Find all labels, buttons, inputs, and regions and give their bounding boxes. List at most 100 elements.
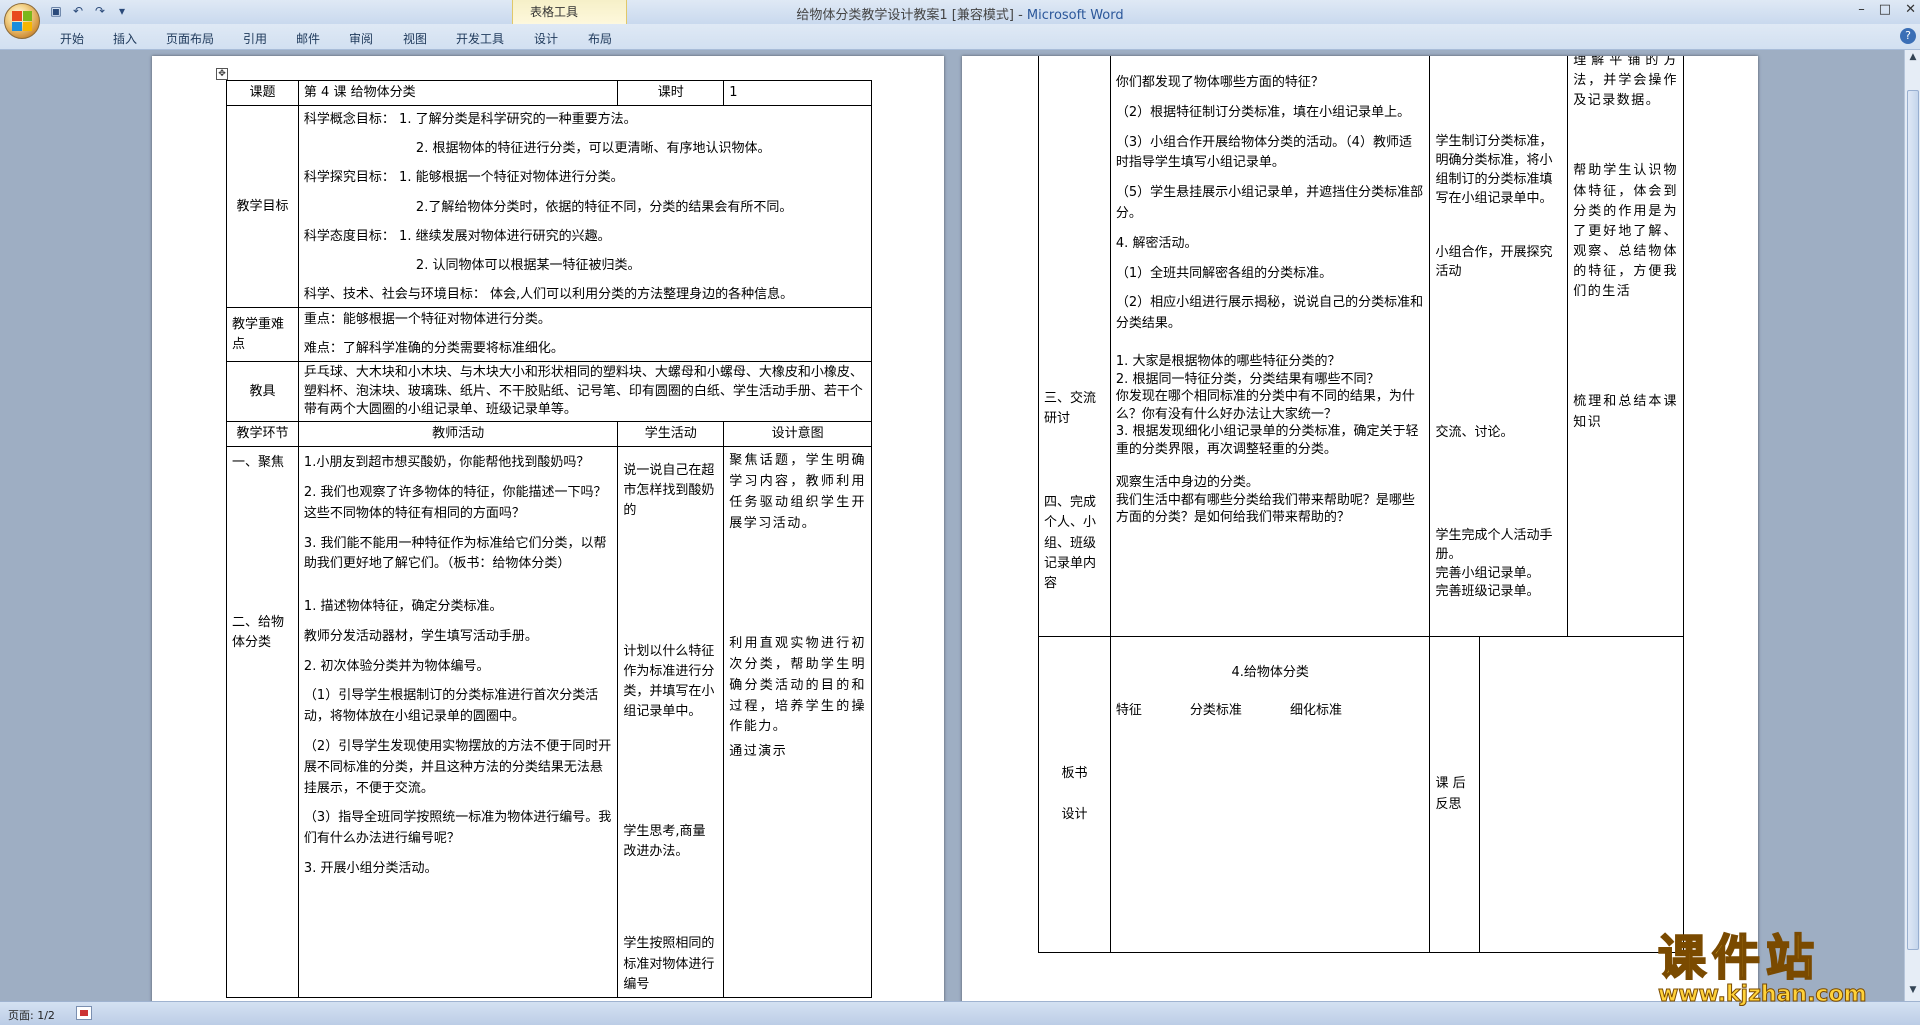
goals-cell: 科学概念目标： 1. 了解分类是科学研究的一种重要方法。 2. 根据物体的特征进… xyxy=(297,105,873,309)
maximize-button[interactable]: □ xyxy=(1879,2,1891,17)
intent-line: 帮助学生认识物体特征，体会到分类的作用是为了更好地了解、观察、总结物体的特征，方… xyxy=(1573,163,1678,300)
table-row: 教具 乒乓球、大木块和小木块、与木块大小和形状相同的塑料块、大螺母和小螺母、大橡… xyxy=(226,361,873,422)
teacher-line: 你发现在哪个相同标准的分类中有不同的结果，为什么？你有没有什么好办法让大家统一？ xyxy=(1115,389,1415,422)
proofing-icon[interactable] xyxy=(76,1006,92,1020)
intent-line: 通过演示 xyxy=(729,744,788,760)
vertical-scrollbar[interactable]: ▲ ▼ xyxy=(1904,50,1920,1001)
table-row: 教学目标 科学概念目标： 1. 了解分类是科学研究的一种重要方法。 2. 根据物… xyxy=(226,105,873,309)
topic-label: 课题 xyxy=(226,79,299,107)
close-button[interactable]: ✕ xyxy=(1905,2,1916,17)
help-icon[interactable]: ? xyxy=(1900,28,1916,44)
teacher-line: 2. 我们也观察了许多物体的特征，你能描述一下吗？这些不同物体的特征有相同的方面… xyxy=(303,484,607,521)
stage-cell: 三、交流研讨 四、完成个人、小组、班级记录单内容 xyxy=(1038,56,1111,637)
student-activity-cell: 学生制订分类标准，明确分类标准，将小组制订的分类标准填写在小组记录单中。 小组合… xyxy=(1429,56,1569,637)
intent-cell: 聚焦话题，学生明确学习内容，教师利用任务驱动组织学生开展学习活动。 利用直观实物… xyxy=(723,446,872,998)
watermark-url: www.kjzhan.com xyxy=(1658,982,1868,1008)
teacher-line: 我们生活中都有哪些分类给我们带来帮助呢？是哪些方面的分类？是如何给我们带来帮助的… xyxy=(1115,492,1415,526)
save-icon[interactable]: ▣ xyxy=(48,3,64,19)
status-bar: 页面: 1/2 xyxy=(0,1001,1920,1025)
window-controls: – □ ✕ xyxy=(1858,2,1916,17)
table-row: 板书 设计 4.给物体分类 特征 分类标准 细化标准 课 后反思 xyxy=(1038,636,1684,953)
table-move-handle-icon[interactable]: ✥ xyxy=(216,68,228,80)
teacher-line: （2）相应小组进行展示揭秘，说说自己的分类标准和分类结果。 xyxy=(1115,295,1424,332)
student-line: 计划以什么特征作为标准进行分类，并填写在小组记录单中。 xyxy=(623,643,715,719)
student-line: 说一说自己在超市怎样找到酸奶的 xyxy=(623,463,715,519)
teacher-line: （1）全班共同解密各组的分类标准。 xyxy=(1115,265,1333,281)
tab-references[interactable]: 引用 xyxy=(243,30,267,47)
teacher-line: （2）引导学生发现使用实物摆放的方法不便于同时开展不同标准的分类，并且这种方法的… xyxy=(303,739,612,796)
keys-label: 教学重难点 xyxy=(226,307,299,363)
lesson-plan-table-continued: 三、交流研讨 四、完成个人、小组、班级记录单内容 你们都发现了物体哪些方面的特征… xyxy=(1038,56,1684,953)
goal-line: 2. 根据物体的特征进行分类，可以更清晰、有序地认识物体。 xyxy=(415,141,771,157)
customize-qat-icon[interactable]: ▾ xyxy=(114,3,130,19)
office-button[interactable] xyxy=(4,3,40,39)
intent-line: 利用直观实物进行初次分类，帮助学生明确分类活动的目的和过程，培养学生的操作能力。 xyxy=(729,636,866,735)
student-line: 学生完成个人活动手册。 xyxy=(1435,527,1553,562)
scrollbar-thumb[interactable] xyxy=(1907,90,1919,950)
tab-insert[interactable]: 插入 xyxy=(113,30,137,47)
redo-icon[interactable]: ↷ xyxy=(92,3,108,19)
tab-table-layout[interactable]: 布局 xyxy=(588,30,612,47)
scroll-down-icon[interactable]: ▼ xyxy=(1907,985,1919,999)
document-workspace: ✥ 课题 第 4 课 给物体分类 课时 1 教学目标 科学概念目标： 1. 了解… xyxy=(0,50,1904,1001)
teacher-line: （5）学生悬挂展示小组记录单，并遮挡住分类标准部分。 xyxy=(1115,185,1424,221)
title-bar: 表格工具 给物体分类教学设计教案1 [兼容模式] - Microsoft Wor… xyxy=(0,0,1920,36)
intent-line: 梳理和总结本课知识 xyxy=(1573,394,1678,430)
table-row: 三、交流研讨 四、完成个人、小组、班级记录单内容 你们都发现了物体哪些方面的特征… xyxy=(1038,56,1684,637)
tab-table-design[interactable]: 设计 xyxy=(534,30,558,47)
teacher-line: 1. 描述物体特征，确定分类标准。 xyxy=(303,599,503,615)
scroll-up-icon[interactable]: ▲ xyxy=(1907,52,1919,66)
stage-label: 一、聚焦 xyxy=(232,455,285,471)
teacher-line: 观察生活中身边的分类。 xyxy=(1115,475,1259,491)
header-stage: 教学环节 xyxy=(226,420,299,448)
board-label: 板书 xyxy=(1061,766,1088,782)
board-title: 4.给物体分类 xyxy=(1231,665,1309,680)
student-line: 完善班级记录单。 xyxy=(1435,584,1540,600)
stage-label: 二、给物体分类 xyxy=(232,615,285,651)
goal-line: 科学、技术、社会与环境目标： 体会,人们可以利用分类的方法整理身边的各种信息。 xyxy=(303,286,794,302)
teacher-line: （3）指导全班同学按照统一标准为物体进行编号。我们有什么办法进行编号呢？ xyxy=(303,810,612,847)
goals-label: 教学目标 xyxy=(226,105,299,309)
tab-mailings[interactable]: 邮件 xyxy=(296,30,320,47)
student-line: 学生按照相同的标准对物体进行编号 xyxy=(623,936,715,992)
reflection-label: 课 后反思 xyxy=(1429,636,1481,953)
table-row: 一、聚焦 二、给物体分类 1.小朋友到超市想买酸奶，你能帮他找到酸奶吗？ 2. … xyxy=(226,446,872,998)
page-indicator[interactable]: 页面: 1/2 xyxy=(8,1007,55,1023)
board-col: 细化标准 xyxy=(1289,703,1342,719)
undo-icon[interactable]: ↶ xyxy=(70,3,86,19)
table-row: 教学环节 教师活动 学生活动 设计意图 xyxy=(226,420,872,448)
header-teacher: 教师活动 xyxy=(297,420,619,448)
teacher-line: （3）小组合作开展给物体分类的活动。（4）教师适时指导学生填写小组记录单。 xyxy=(1115,134,1412,171)
board-col: 分类标准 xyxy=(1189,703,1242,719)
teacher-line: 3. 开展小组分类活动。 xyxy=(303,861,438,877)
student-line: 学生制订分类标准，明确分类标准，将小组制订的分类标准填写在小组记录单中。 xyxy=(1435,134,1553,206)
goal-line: 科学态度目标： 1. 继续发展对物体进行研究的兴趣。 xyxy=(303,228,611,244)
hours-label: 课时 xyxy=(617,79,725,107)
teacher-line: 4. 解密活动。 xyxy=(1115,235,1198,251)
key-line: 难点：了解科学准确的分类需要将标准细化。 xyxy=(303,341,564,357)
teacher-line: 3. 根据发现细化小组记录单的分类标准，确定关于轻重的分类界限，再次调整轻重的分… xyxy=(1115,424,1419,457)
teacher-line: 你们都发现了物体哪些方面的特征？ xyxy=(1115,75,1324,90)
teacher-line: （2）根据特征制订分类标准，填在小组记录单上。 xyxy=(1115,104,1411,120)
board-label-cell: 板书 设计 xyxy=(1038,636,1111,953)
teacher-line: 1. 大家是根据物体的哪些特征分类的？ xyxy=(1115,353,1341,369)
topic-value: 第 4 课 给物体分类 xyxy=(297,79,619,107)
board-label: 设计 xyxy=(1061,806,1088,822)
quick-access-toolbar: ▣ ↶ ↷ ▾ xyxy=(48,3,130,19)
goal-line: 科学概念目标： 1. 了解分类是科学研究的一种重要方法。 xyxy=(303,112,637,128)
page-2: 三、交流研讨 四、完成个人、小组、班级记录单内容 你们都发现了物体哪些方面的特征… xyxy=(962,56,1758,1001)
tab-home[interactable]: 开始 xyxy=(60,30,84,47)
ribbon-tab-bar: 开始 插入 页面布局 引用 邮件 审阅 视图 开发工具 设计 布局 xyxy=(0,24,1920,50)
key-line: 重点：能够根据一个特征对物体进行分类。 xyxy=(303,312,551,328)
tools-label: 教具 xyxy=(226,361,299,422)
app-name: Microsoft Word xyxy=(1026,8,1124,23)
tab-developer[interactable]: 开发工具 xyxy=(456,30,504,47)
document-title: 给物体分类教学设计教案1 [兼容模式] xyxy=(796,8,1014,23)
goal-line: 2. 认同物体可以根据某一特征被归类。 xyxy=(415,257,641,273)
minimize-button[interactable]: – xyxy=(1858,2,1865,17)
tab-view[interactable]: 视图 xyxy=(403,30,427,47)
intent-cell: 理解平铺的方法，并学会操作及记录数据。 帮助学生认识物体特征，体会到分类的作用是… xyxy=(1567,56,1684,637)
tab-page-layout[interactable]: 页面布局 xyxy=(166,30,214,47)
tab-review[interactable]: 审阅 xyxy=(349,30,373,47)
table-row: 课题 第 4 课 给物体分类 课时 1 xyxy=(226,79,872,107)
